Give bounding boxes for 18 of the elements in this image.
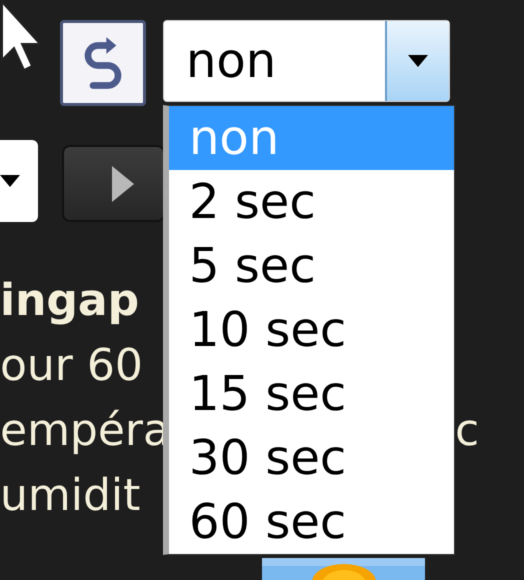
info-text: ingap bbox=[0, 274, 140, 328]
info-text: empéra bbox=[0, 404, 170, 458]
refresh-button[interactable] bbox=[60, 20, 146, 106]
dropdown-option[interactable]: 30 sec bbox=[169, 426, 454, 490]
dropdown-option[interactable]: 2 sec bbox=[169, 170, 454, 234]
info-text: umidit bbox=[0, 469, 140, 523]
dropdown-option[interactable]: 5 sec bbox=[169, 234, 454, 298]
play-icon bbox=[110, 164, 136, 204]
play-button[interactable] bbox=[62, 145, 165, 222]
dropdown-select[interactable] bbox=[0, 140, 38, 222]
info-text: our 60 bbox=[0, 339, 143, 393]
dropdown-option[interactable]: 15 sec bbox=[169, 362, 454, 426]
caret-icon bbox=[0, 175, 20, 187]
info-text: c bbox=[455, 404, 480, 458]
caret-icon bbox=[408, 55, 428, 67]
timer-select[interactable]: non bbox=[163, 20, 450, 102]
dropdown-option[interactable]: 10 sec bbox=[169, 298, 454, 362]
dropdown-option[interactable]: 60 sec bbox=[169, 490, 454, 554]
